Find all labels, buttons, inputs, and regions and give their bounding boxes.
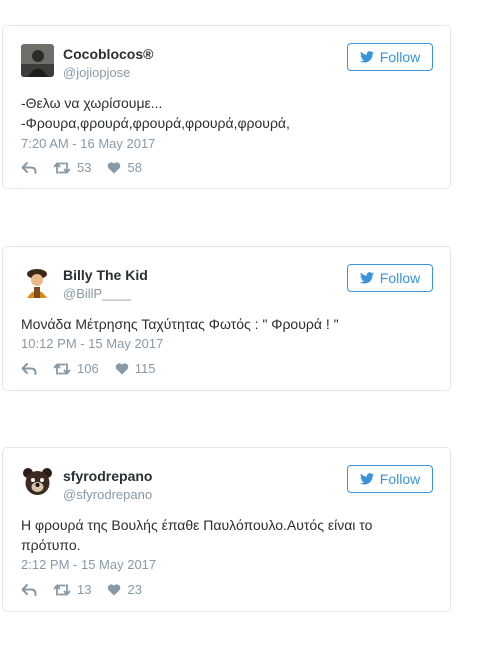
tweet-card: Billy The Kid @BillP____ Follow Μονάδα Μ…: [2, 246, 451, 391]
retweet-button[interactable]: 13: [53, 582, 91, 597]
like-count: 23: [127, 582, 142, 597]
author-handle[interactable]: @sfyrodrepano: [63, 487, 152, 502]
tweet-text: Μονάδα Μέτρησης Ταχύτητας Φωτός : " Φρου…: [21, 316, 339, 332]
retweet-button[interactable]: 53: [53, 160, 91, 175]
twitter-bird-icon: [359, 51, 374, 63]
tweet-actions: 53 58: [21, 160, 158, 175]
reply-button[interactable]: [21, 161, 37, 175]
avatar[interactable]: [21, 265, 54, 298]
tweet-card: sfyrodrepano @sfyrodrepano Follow Η φρου…: [2, 447, 451, 612]
retweet-icon: [53, 362, 71, 375]
tweet-actions: 13 23: [21, 582, 158, 597]
retweet-button[interactable]: 106: [53, 361, 99, 376]
heart-icon: [108, 584, 121, 596]
follow-label: Follow: [379, 270, 421, 286]
avatar[interactable]: [21, 466, 54, 499]
author-name[interactable]: sfyrodrepano: [63, 468, 152, 484]
retweet-count: 53: [77, 160, 92, 175]
avatar[interactable]: [21, 44, 54, 77]
tweet-card: Cocoblocos® @jojiopjose Follow -Θελω να …: [2, 25, 451, 189]
retweet-icon: [53, 583, 71, 596]
heart-icon: [115, 363, 128, 375]
follow-button[interactable]: Follow: [347, 264, 433, 292]
tweet-text: -Θελω να χωρίσουμε... -Φρουρα,φρουρά,φρο…: [21, 95, 290, 131]
reply-icon: [21, 161, 37, 174]
like-count: 115: [134, 361, 156, 376]
tweet-text: Η φρουρά της Βουλής έπαθε Παυλόπουλο.Αυτ…: [21, 517, 373, 553]
like-button[interactable]: 115: [115, 361, 156, 376]
tweet-timestamp[interactable]: 2:12 PM - 15 May 2017: [21, 557, 156, 572]
retweet-count: 13: [77, 582, 92, 597]
author-name[interactable]: Billy The Kid: [63, 267, 148, 283]
reply-button[interactable]: [21, 583, 37, 597]
heart-icon: [108, 162, 121, 174]
tweet-timestamp[interactable]: 7:20 AM - 16 May 2017: [21, 136, 155, 151]
like-button[interactable]: 23: [107, 582, 142, 597]
like-count: 58: [127, 160, 142, 175]
follow-button[interactable]: Follow: [347, 43, 433, 71]
author-name[interactable]: Cocoblocos®: [63, 46, 153, 62]
tweet-timestamp[interactable]: 10:12 PM - 15 May 2017: [21, 336, 163, 351]
follow-label: Follow: [379, 471, 421, 487]
author-handle[interactable]: @BillP____: [63, 286, 131, 301]
follow-button[interactable]: Follow: [347, 465, 433, 493]
like-button[interactable]: 58: [107, 160, 142, 175]
twitter-bird-icon: [359, 272, 374, 284]
retweet-icon: [53, 161, 71, 174]
follow-label: Follow: [379, 49, 421, 65]
twitter-bird-icon: [359, 473, 374, 485]
reply-icon: [21, 583, 37, 596]
tweet-actions: 106 115: [21, 361, 171, 376]
reply-icon: [21, 362, 37, 375]
retweet-count: 106: [77, 361, 99, 376]
reply-button[interactable]: [21, 362, 37, 376]
author-handle[interactable]: @jojiopjose: [63, 65, 130, 80]
